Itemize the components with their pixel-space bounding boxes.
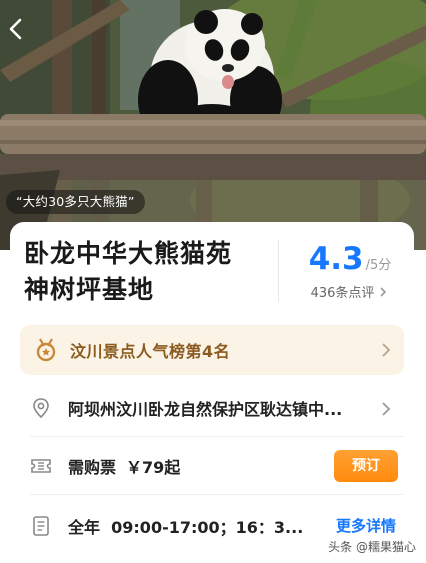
divider: [30, 494, 404, 495]
ticket-icon: [31, 459, 51, 473]
book-button[interactable]: 预订: [334, 450, 398, 482]
title-divider: [278, 240, 279, 302]
ticket-label: 需购票: [68, 458, 117, 477]
chevron-right-icon: [382, 343, 391, 357]
rating-max: /5分: [365, 258, 392, 273]
rank-text: 汶川景点人气榜第4名: [70, 342, 231, 361]
location-pin-icon: [33, 398, 49, 419]
attraction-info-card: 卧龙中华大熊猫苑 神树坪基地 4.3 /5分 436条点评 汶川景点人气榜第4名: [10, 222, 414, 563]
review-count: 436条点评: [310, 286, 375, 301]
address-row[interactable]: 阿坝州汶川卧龙自然保护区耿达镇中...: [20, 382, 404, 434]
photo-caption: “大约30多只大熊猫”: [6, 190, 145, 214]
medal-icon: [36, 338, 56, 362]
rating-score: 4.3: [308, 241, 364, 277]
attraction-title-line2: 神树坪基地: [24, 275, 155, 304]
document-icon: [33, 516, 49, 536]
watermark: 头条 @糯果猫心: [324, 538, 420, 555]
attraction-title: 卧龙中华大熊猫苑 神树坪基地: [24, 236, 274, 308]
divider: [30, 436, 404, 437]
popularity-rank-banner[interactable]: 汶川景点人气榜第4名: [20, 325, 404, 375]
opening-hours-text: 全年 09:00-17:00；16：3...: [68, 518, 304, 537]
chevron-left-icon: [9, 18, 22, 40]
chevron-right-icon: [380, 286, 387, 297]
reviews-link[interactable]: 436条点评: [290, 282, 410, 301]
ticket-row[interactable]: 需购票 ￥79起 预订: [20, 440, 404, 492]
chevron-right-icon: [382, 402, 391, 416]
more-details-link[interactable]: 更多详情: [336, 515, 396, 536]
back-button[interactable]: [8, 18, 34, 48]
ticket-price: ￥79起: [126, 458, 181, 477]
address-text: 阿坝州汶川卧龙自然保护区耿达镇中...: [68, 400, 343, 419]
rating-block: 4.3 /5分 436条点评: [290, 240, 410, 301]
hero-photo: “大约30多只大熊猫”: [0, 0, 426, 250]
attraction-title-line1: 卧龙中华大熊猫苑: [24, 239, 233, 268]
